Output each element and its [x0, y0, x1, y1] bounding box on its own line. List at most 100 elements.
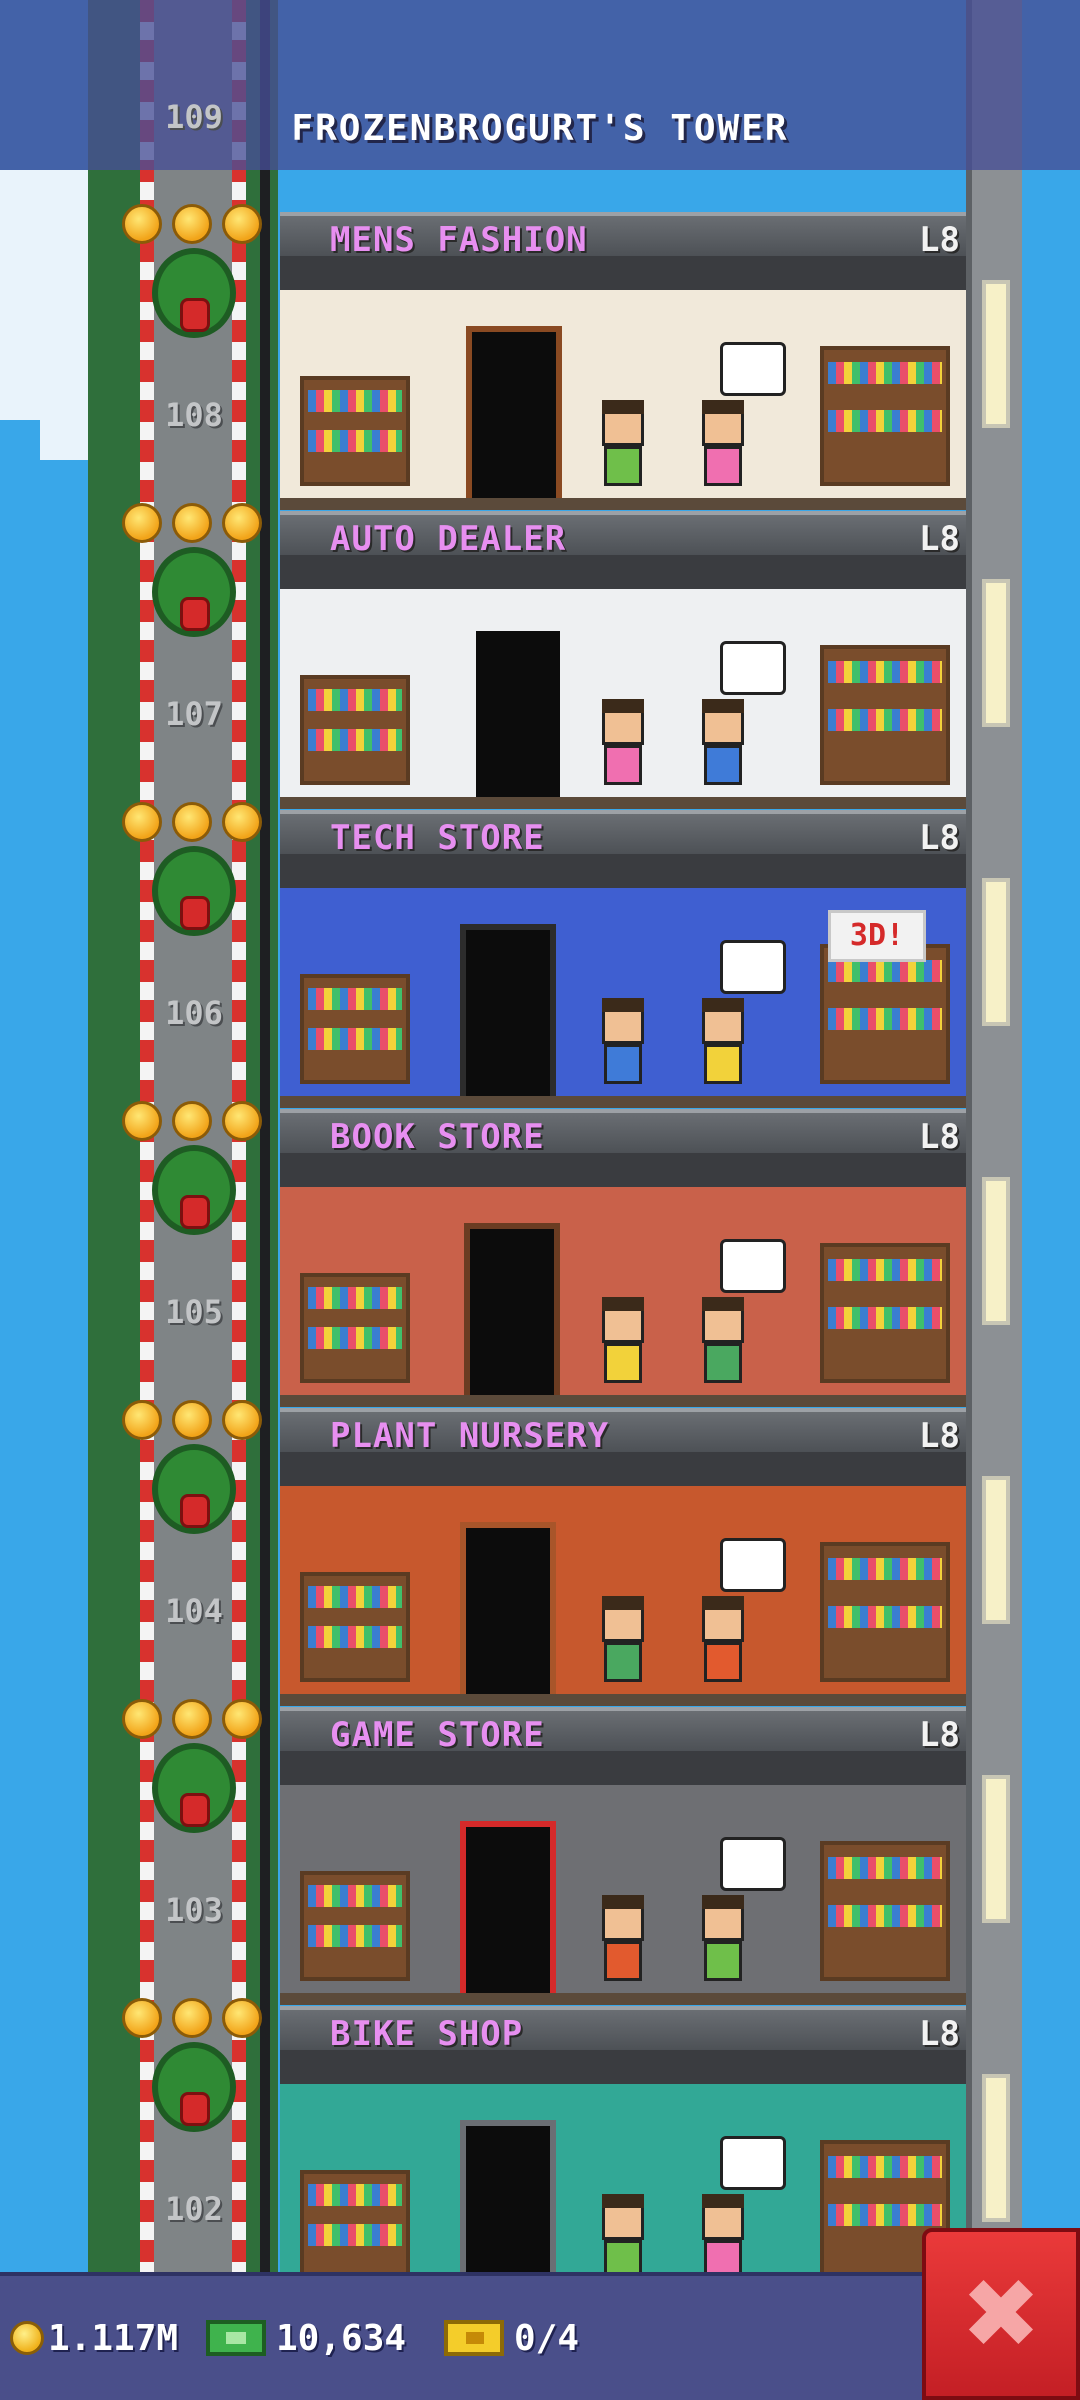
floor-level-badge: L8: [919, 1715, 960, 1755]
floor-book-store[interactable]: BOOK STORE L8: [280, 1109, 966, 1407]
star-ornament-icon: [122, 1699, 162, 1739]
bitizen-body: [604, 745, 642, 785]
shelf-items: [828, 1857, 942, 1879]
floor-header: AUTO DEALER L8: [280, 511, 966, 559]
bitizen[interactable]: [600, 1596, 646, 1690]
star-ornament-icon: [122, 1998, 162, 2038]
floor-number: 102: [165, 2190, 223, 2228]
floor-room[interactable]: [280, 256, 966, 510]
bitizen[interactable]: [700, 699, 746, 793]
bitizen-hair: [602, 1297, 644, 1311]
floor-room[interactable]: [280, 1751, 966, 2005]
floor-bike-shop[interactable]: BIKE SHOP L8: [280, 2006, 966, 2304]
bitizen-body: [704, 1343, 742, 1383]
shelf-items: [828, 2156, 942, 2178]
elevator-door: [464, 1223, 560, 1405]
shelf-items: [308, 1327, 402, 1349]
bitizen-hair: [602, 699, 644, 713]
elevator-door: [460, 924, 556, 1106]
floor-name: BOOK STORE: [330, 1117, 545, 1157]
bitizen[interactable]: [700, 1596, 746, 1690]
pillar-light: [982, 2074, 1010, 2222]
bitizen[interactable]: [700, 998, 746, 1092]
ticket-icon: [444, 2320, 504, 2356]
shelf: [300, 974, 410, 1084]
floor-name: TECH STORE: [330, 818, 545, 858]
shelf-items: [828, 1008, 942, 1030]
ceiling: [280, 2050, 966, 2084]
shelf-items: [308, 1028, 402, 1050]
bitizen[interactable]: [700, 1297, 746, 1391]
bitizen-body: [704, 1642, 742, 1682]
request-bubble[interactable]: [720, 2136, 786, 2190]
floor-name: AUTO DEALER: [330, 519, 567, 559]
bux-value: 10,634: [276, 2317, 407, 2359]
request-bubble[interactable]: [720, 641, 786, 695]
floor-room[interactable]: [280, 2050, 966, 2304]
floor-number: 106: [165, 994, 223, 1032]
star-ornament-icon: [222, 503, 262, 543]
bitizen[interactable]: [600, 998, 646, 1092]
floor-room[interactable]: [280, 1153, 966, 1407]
floor-plant-nursery[interactable]: PLANT NURSERY L8: [280, 1408, 966, 1706]
floor-room[interactable]: [280, 1452, 966, 1706]
coin-icon: [10, 2321, 44, 2355]
coins-value: 1.117M: [48, 2317, 179, 2359]
bitizen[interactable]: [700, 1895, 746, 1989]
cloud: [0, 170, 88, 460]
star-ornament-icon: [122, 1400, 162, 1440]
tower-title: FROZENBROGURT'S TOWER: [291, 108, 789, 149]
bitizen-hair: [602, 400, 644, 414]
floor-tech-store[interactable]: TECH STORE L8 3D!: [280, 810, 966, 1108]
request-bubble[interactable]: [720, 940, 786, 994]
star-ornament-icon: [172, 503, 212, 543]
shelf-items: [828, 362, 942, 384]
star-ornament-icon: [172, 1400, 212, 1440]
floor-name: PLANT NURSERY: [330, 1416, 610, 1456]
star-ornament-icon: [172, 1101, 212, 1141]
ornament-stars: [122, 1699, 262, 1739]
bitizen-body: [604, 1642, 642, 1682]
bow-icon: [180, 298, 210, 332]
request-bubble[interactable]: [720, 1837, 786, 1891]
coins-stat[interactable]: 1.117M: [10, 2312, 178, 2364]
tickets-stat[interactable]: 0/4: [444, 2312, 579, 2364]
request-bubble[interactable]: [720, 342, 786, 396]
shelf-items: [308, 390, 402, 412]
shelf: [300, 1273, 410, 1383]
close-button[interactable]: ✖: [922, 2228, 1080, 2400]
request-bubble[interactable]: [720, 1538, 786, 1592]
bitizen[interactable]: [700, 400, 746, 494]
shelf-items: [828, 410, 942, 432]
bux-stat[interactable]: 10,634: [206, 2312, 406, 2364]
ornament-stars: [122, 1400, 262, 1440]
bitizen-hair: [702, 1895, 744, 1909]
shelf-items: [308, 2184, 402, 2206]
floor-level-badge: L8: [919, 519, 960, 559]
floor-game-store[interactable]: GAME STORE L8: [280, 1707, 966, 2005]
bitizen-hair: [702, 998, 744, 1012]
request-bubble[interactable]: [720, 1239, 786, 1293]
floor-room[interactable]: [280, 555, 966, 809]
ornament-stars: [122, 1101, 262, 1141]
bow-icon: [180, 597, 210, 631]
floor-header: PLANT NURSERY L8: [280, 1408, 966, 1456]
floor-auto-dealer[interactable]: AUTO DEALER L8: [280, 511, 966, 809]
shelf-items: [308, 988, 402, 1010]
bitizen[interactable]: [600, 1895, 646, 1989]
elevator-rail-left: [140, 0, 154, 2400]
bitizen[interactable]: [600, 699, 646, 793]
floor-mens-fashion[interactable]: MENS FASHION L8: [280, 212, 966, 510]
shelf-items: [828, 661, 942, 683]
pillar-light: [982, 1775, 1010, 1923]
floor-room[interactable]: 3D!: [280, 854, 966, 1108]
shelf-items: [828, 1259, 942, 1281]
ceiling: [280, 1452, 966, 1486]
star-ornament-icon: [222, 1400, 262, 1440]
close-icon: ✖: [960, 2258, 1042, 2370]
star-ornament-icon: [122, 1101, 162, 1141]
top-bar: 109 FROZENBROGURT'S TOWER: [0, 0, 1080, 170]
floor-base: [280, 498, 966, 510]
bitizen[interactable]: [600, 1297, 646, 1391]
bitizen[interactable]: [600, 400, 646, 494]
